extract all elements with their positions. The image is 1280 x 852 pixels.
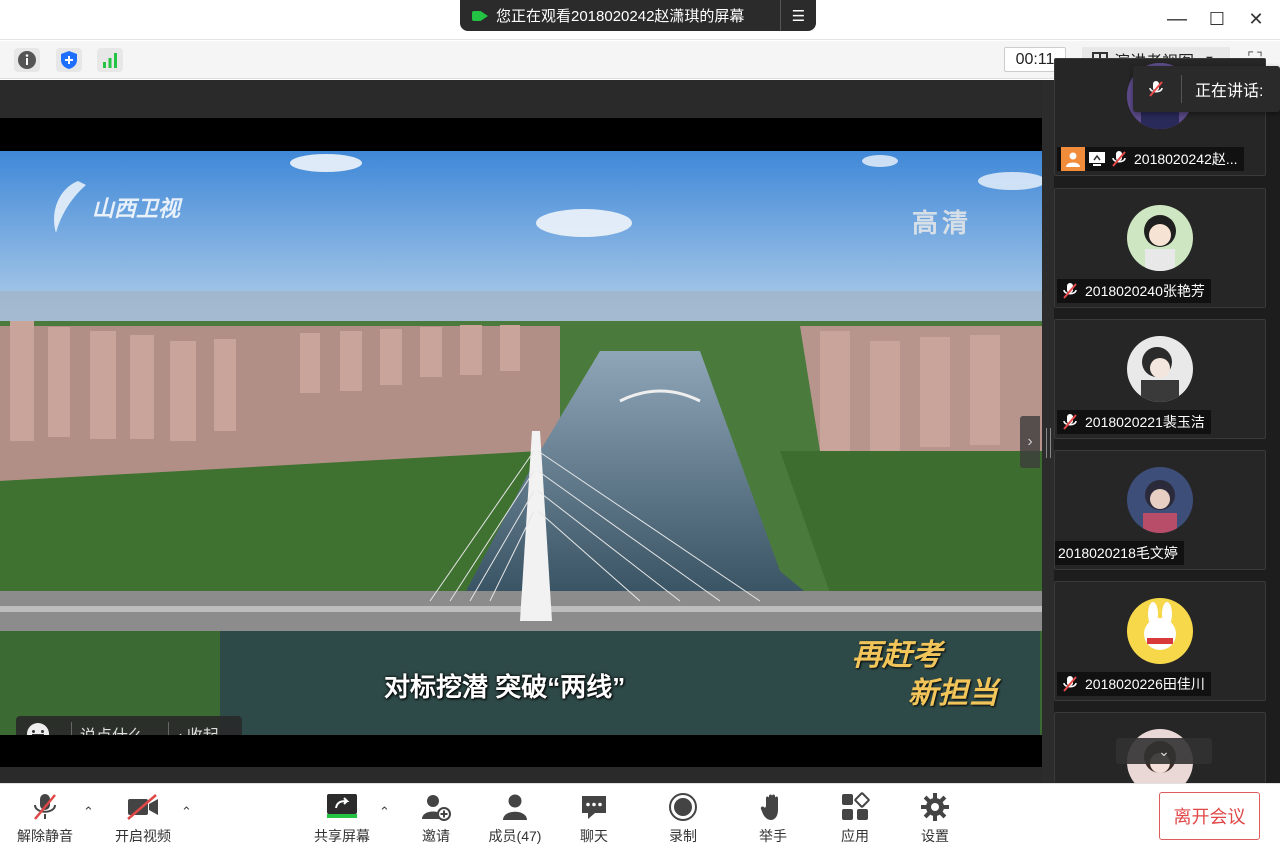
settings-label: 设置 <box>921 828 949 844</box>
video-slogan: 再赶考 新担当 <box>852 637 1002 713</box>
participant-name: 2018020242赵... <box>1134 151 1238 167</box>
record-label: 录制 <box>669 828 697 844</box>
divider <box>168 722 169 735</box>
participant-tile[interactable]: 2018020218毛文婷 <box>1054 450 1266 570</box>
channel-logo: 山西卫视 <box>48 179 180 235</box>
chevron-right-icon[interactable]: › <box>1020 416 1040 468</box>
participant-name: 2018020240张艳芳 <box>1085 283 1205 299</box>
share-screen-button[interactable]: 共享屏幕 <box>311 790 373 846</box>
video-off-icon <box>125 790 161 824</box>
info-icon[interactable] <box>14 48 40 72</box>
screen-share-icon <box>1088 150 1106 168</box>
signal-icon[interactable] <box>97 48 123 72</box>
raise-hand-label: 举手 <box>759 828 787 844</box>
shared-video: 山西卫视 高清 对标挖潜 突破“两线” 再赶考 新担当 说点什么... ‹ 收起… <box>0 151 1042 735</box>
start-video-label: 开启视频 <box>115 828 171 844</box>
divider <box>71 722 72 735</box>
share-screen-icon <box>324 790 360 824</box>
participant-tile[interactable]: 2018020226田佳川 <box>1054 581 1266 701</box>
share-options-chevron-icon[interactable]: ⌃ <box>379 804 390 820</box>
shield-icon[interactable] <box>56 48 82 72</box>
title-bar: 您正在观看2018020242赵潇琪的屏幕 ☰ — ☐ ✕ <box>0 0 1280 40</box>
apps-icon <box>837 790 873 824</box>
record-button[interactable]: 录制 <box>660 790 706 846</box>
share-banner-text: 您正在观看2018020242赵潇琪的屏幕 <box>496 8 745 25</box>
leave-meeting-button[interactable]: 离开会议 <box>1159 792 1260 840</box>
add-user-icon <box>418 790 454 824</box>
record-icon <box>665 790 701 824</box>
slogan-line-1: 再赶考 <box>852 639 942 672</box>
apps-label: 应用 <box>841 828 869 844</box>
speaking-label: 正在讲话: <box>1195 83 1264 100</box>
video-options-chevron-icon[interactable]: ⌃ <box>181 804 192 820</box>
video-subtitle: 对标挖潜 突破“两线” <box>384 672 626 702</box>
raise-hand-button[interactable]: 举手 <box>750 790 796 846</box>
participant-name: 2018020226田佳川 <box>1085 676 1205 692</box>
invite-button[interactable]: 邀请 <box>413 790 459 846</box>
collapse-button[interactable]: ‹ 收起 <box>177 722 219 735</box>
chat-icon <box>576 790 612 824</box>
apps-button[interactable]: 应用 <box>832 790 878 846</box>
emoji-icon[interactable] <box>27 723 49 735</box>
speaking-indicator: 正在讲话: <box>1133 66 1280 112</box>
chevron-down-icon: ⌄ <box>1158 742 1170 759</box>
avatar <box>1127 336 1193 402</box>
avatar <box>1127 205 1193 271</box>
close-button[interactable]: ✕ <box>1243 6 1269 32</box>
invite-label: 邀请 <box>422 828 450 844</box>
mic-muted-icon <box>1061 675 1079 693</box>
bottom-toolbar: 解除静音 ⌃ 开启视频 ⌃ 共享屏幕 ⌃ 邀请 成员(47) 聊天 录制 举手 … <box>0 783 1280 852</box>
participant-name-bar: 2018020226田佳川 <box>1057 672 1211 696</box>
mic-muted-icon <box>1061 282 1079 300</box>
channel-logo-text: 山西卫视 <box>92 196 181 221</box>
mic-muted-icon <box>27 790 63 824</box>
chat-input[interactable]: 说点什么... <box>80 722 160 735</box>
chat-label: 聊天 <box>580 828 608 844</box>
chat-button[interactable]: 聊天 <box>571 790 617 846</box>
participant-name: 2018020218毛文婷 <box>1058 545 1178 561</box>
mic-muted-icon <box>1110 150 1128 168</box>
avatar <box>1127 467 1193 533</box>
participant-name-bar: 2018020242赵... <box>1057 147 1244 171</box>
share-banner[interactable]: 您正在观看2018020242赵潇琪的屏幕 ☰ <box>460 0 816 31</box>
participant-name-bar: 2018020240张艳芳 <box>1057 279 1211 303</box>
letterbox-bottom <box>0 735 1042 767</box>
participant-name-bar: 2018020218毛文婷 <box>1055 541 1184 565</box>
members-button[interactable]: 成员(47) <box>484 790 546 846</box>
gallery-scroll-down-button[interactable]: ⌄ <box>1116 738 1212 764</box>
unmute-button[interactable]: 解除静音 <box>14 790 76 846</box>
divider <box>1181 75 1182 103</box>
settings-button[interactable]: 设置 <box>912 790 958 846</box>
collapse-label: 收起 <box>187 728 219 735</box>
hand-icon <box>755 790 791 824</box>
hd-badge: 高清 <box>912 208 973 238</box>
share-screen-label: 共享屏幕 <box>314 828 370 844</box>
gear-icon <box>917 790 953 824</box>
channel-logo-emblem <box>54 181 86 233</box>
meeting-window: 您正在观看2018020242赵潇琪的屏幕 ☰ — ☐ ✕ 00:11 演讲者视… <box>0 0 1280 852</box>
video-camera-icon <box>472 9 488 23</box>
slogan-line-2: 新担当 <box>908 677 998 710</box>
members-label: 成员(47) <box>488 828 542 844</box>
mic-muted-icon <box>1061 413 1079 431</box>
quick-chat-bar: 说点什么... ‹ 收起 <box>16 716 242 735</box>
banner-menu-icon[interactable]: ☰ <box>780 0 816 31</box>
members-icon <box>497 790 533 824</box>
start-video-button[interactable]: 开启视频 <box>112 790 174 846</box>
letterbox-top <box>0 118 1042 151</box>
participant-name: 2018020221裴玉洁 <box>1085 414 1205 430</box>
mic-muted-icon <box>1147 80 1165 98</box>
panel-resize-handle[interactable] <box>1042 80 1054 783</box>
audio-options-chevron-icon[interactable]: ⌃ <box>83 804 94 820</box>
avatar <box>1127 598 1193 664</box>
participant-name-bar: 2018020221裴玉洁 <box>1057 410 1211 434</box>
participant-tile[interactable]: 2018020240张艳芳 <box>1054 188 1266 308</box>
shared-screen: 山西卫视 高清 对标挖潜 突破“两线” 再赶考 新担当 说点什么... ‹ 收起… <box>0 80 1042 783</box>
unmute-label: 解除静音 <box>17 828 73 844</box>
host-icon <box>1061 147 1085 171</box>
participant-tile[interactable]: 2018020221裴玉洁 <box>1054 319 1266 439</box>
minimize-button[interactable]: — <box>1164 6 1190 32</box>
maximize-button[interactable]: ☐ <box>1204 6 1230 32</box>
